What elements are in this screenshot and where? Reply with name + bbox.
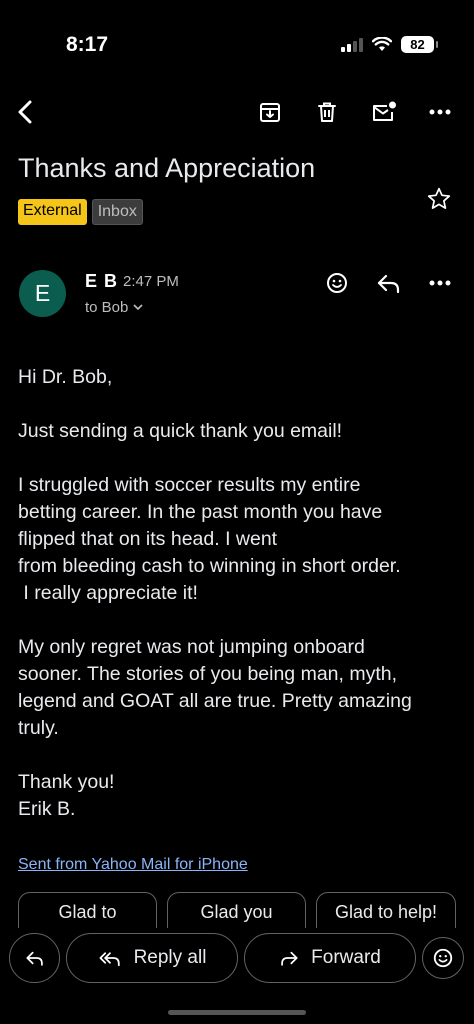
reply-icon [25, 951, 43, 966]
body-line: from bleeding cash to winning in short o… [18, 555, 401, 577]
body-line: legend and GOAT all are true. Pretty ama… [18, 690, 412, 712]
forward-button[interactable]: Forward [244, 933, 416, 983]
top-toolbar [0, 92, 474, 132]
body-line: I struggled with soccer results my entir… [18, 474, 361, 496]
trash-icon[interactable] [309, 92, 345, 132]
email-labels: External Inbox [18, 199, 143, 225]
email-body: Hi Dr. Bob, Just sending a quick thank y… [18, 364, 458, 823]
email-subject: Thanks and Appreciation [18, 153, 316, 183]
archive-icon[interactable] [252, 92, 288, 132]
recipient-details[interactable]: to Bob [85, 299, 143, 316]
more-icon[interactable] [422, 92, 458, 132]
chevron-down-icon [133, 304, 143, 311]
body-line: sooner. The stories of you being man, my… [18, 663, 398, 685]
body-line: I really appreciate it! [18, 582, 198, 604]
label-inbox[interactable]: Inbox [91, 199, 143, 225]
status-bar: 8:17 82 [0, 0, 474, 90]
emoji-reaction-button[interactable] [422, 937, 464, 979]
body-line: My only regret was not jumping onboard [18, 636, 365, 658]
body-line: truly. [18, 717, 59, 739]
label-external[interactable]: External [18, 199, 87, 225]
sender-avatar[interactable]: E [19, 270, 66, 317]
reply-icon[interactable] [374, 268, 404, 298]
emoji-reaction-icon[interactable] [322, 268, 352, 298]
body-paragraph: Just sending a quick thank you email! [18, 420, 343, 442]
yahoo-mail-link[interactable]: Sent from Yahoo Mail for iPhone [18, 856, 248, 874]
greeting: Hi Dr. Bob, [18, 366, 113, 388]
reply-all-icon [99, 952, 120, 967]
status-icons: 82 [341, 36, 438, 53]
sent-time: 2:47 PM [123, 273, 179, 290]
mark-unread-icon[interactable] [366, 92, 402, 132]
home-indicator [168, 1010, 306, 1015]
back-arrow-icon[interactable] [8, 92, 44, 132]
battery-indicator: 82 [401, 36, 438, 53]
recipient-label: to Bob [85, 299, 129, 316]
sender-name[interactable]: E B [85, 271, 118, 292]
reply-all-label: Reply all [133, 947, 207, 968]
emoji-icon [433, 948, 453, 968]
reply-button[interactable] [9, 933, 60, 983]
more-icon[interactable] [425, 268, 455, 298]
body-line: flipped that on its head. I went [18, 528, 278, 550]
sign-off: Thank you! [18, 771, 115, 793]
forward-icon [281, 951, 298, 966]
signature: Erik B. [18, 798, 76, 820]
star-icon[interactable] [426, 186, 452, 212]
forward-label: Forward [311, 947, 381, 968]
body-line: betting career. In the past month you ha… [18, 501, 383, 523]
reply-all-button[interactable]: Reply all [66, 933, 238, 983]
wifi-icon [372, 37, 392, 51]
status-time: 8:17 [66, 33, 109, 56]
cellular-signal-icon [341, 37, 363, 52]
